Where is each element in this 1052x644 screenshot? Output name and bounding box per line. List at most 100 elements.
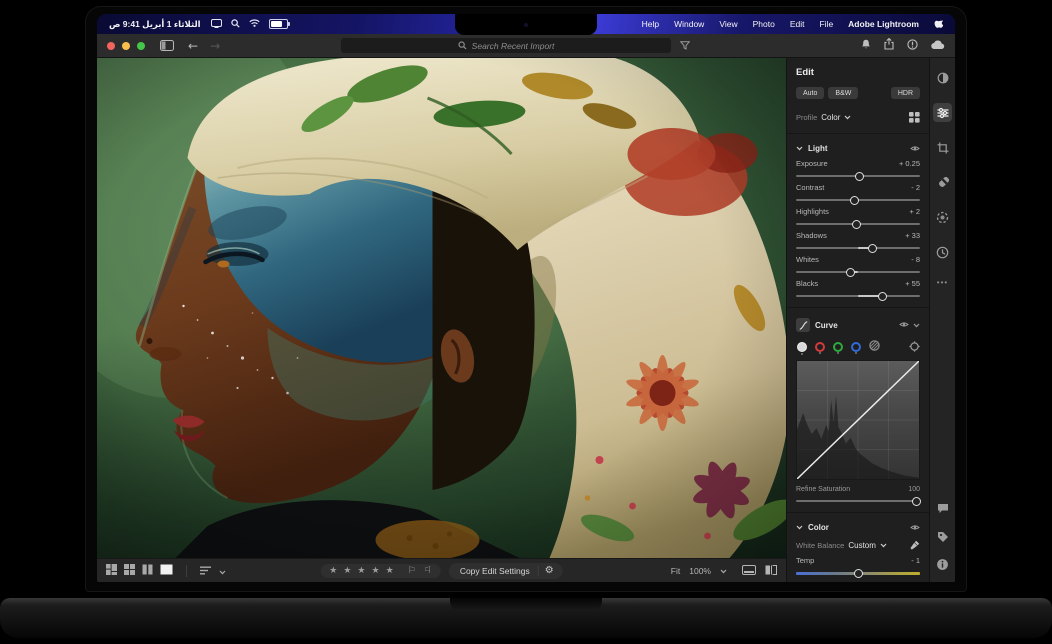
- slider-knob[interactable]: [878, 291, 888, 301]
- curve-chevron-icon[interactable]: [913, 323, 920, 328]
- channel-red[interactable]: [815, 341, 825, 354]
- temp-slider[interactable]: Temp - 1: [796, 556, 920, 578]
- compare-view-icon[interactable]: [142, 562, 153, 580]
- zoom-chevron-icon[interactable]: [720, 566, 727, 576]
- slider-knob[interactable]: [911, 496, 921, 506]
- photo-grid-view-icon[interactable]: [106, 562, 117, 580]
- flag-reject-icon[interactable]: ⚐: [422, 566, 432, 576]
- info-icon[interactable]: [933, 555, 952, 574]
- menu-view[interactable]: View: [719, 19, 737, 29]
- search-input[interactable]: Search Recent Import: [341, 38, 672, 53]
- sort-chevron-icon[interactable]: [219, 562, 226, 580]
- filmstrip-toggle-icon[interactable]: [742, 564, 756, 577]
- apple-menu-icon[interactable]: [934, 18, 944, 31]
- profile-chevron-icon[interactable]: [844, 115, 851, 120]
- masking-icon[interactable]: [933, 208, 952, 227]
- zoom-level-value[interactable]: 100%: [689, 566, 711, 576]
- minimize-button[interactable]: [122, 41, 130, 50]
- star-rating[interactable]: ★ ★ ★ ★ ★ ⚐ ⚐: [320, 563, 441, 578]
- menu-photo[interactable]: Photo: [753, 19, 775, 29]
- app-menu-adobe-lightroom[interactable]: Adobe Lightroom: [848, 19, 919, 29]
- channel-luminance[interactable]: [797, 341, 807, 355]
- tone-curve-graph[interactable]: [796, 360, 920, 480]
- zoom-fit-label[interactable]: Fit: [671, 566, 680, 576]
- curve-button-icon[interactable]: [796, 318, 810, 332]
- blacks-slider[interactable]: Blacks + 55: [796, 279, 920, 301]
- white-balance-value[interactable]: Custom: [848, 541, 876, 550]
- star-icon[interactable]: ★: [386, 566, 396, 576]
- cloud-sync-icon[interactable]: [931, 37, 945, 55]
- presets-icon[interactable]: [933, 68, 952, 87]
- menu-bar-clock[interactable]: الثلاثاء 1 أبريل 9:41 ص: [109, 19, 201, 30]
- sort-icon[interactable]: [200, 562, 212, 580]
- menu-edit[interactable]: Edit: [790, 19, 805, 29]
- back-button[interactable]: ←: [188, 40, 198, 52]
- menu-window[interactable]: Window: [674, 19, 704, 29]
- battery-icon[interactable]: [268, 19, 290, 29]
- healing-icon[interactable]: [933, 173, 952, 192]
- menu-help[interactable]: Help: [642, 19, 659, 29]
- slider-knob[interactable]: [868, 243, 878, 253]
- browse-profiles-icon[interactable]: [909, 112, 920, 123]
- targeted-adjust-icon[interactable]: [909, 341, 920, 352]
- chevron-down-icon: [796, 525, 803, 530]
- whites-slider[interactable]: Whites - 8: [796, 255, 920, 277]
- tint-slider[interactable]: Tint - 2: [796, 581, 920, 582]
- auto-button[interactable]: Auto: [796, 87, 825, 99]
- copy-edit-settings-button[interactable]: Copy Edit Settings ⚙: [448, 562, 563, 579]
- before-after-icon[interactable]: [765, 564, 777, 577]
- notifications-bell-icon[interactable]: [861, 37, 871, 55]
- spotlight-search-icon[interactable]: [230, 18, 240, 30]
- hdr-button[interactable]: HDR: [890, 87, 920, 99]
- share-icon[interactable]: [884, 37, 894, 55]
- star-icon[interactable]: ★: [357, 566, 367, 576]
- shadows-slider[interactable]: Shadows + 33: [796, 231, 920, 253]
- channel-blue[interactable]: [851, 341, 861, 354]
- close-button[interactable]: [107, 41, 115, 50]
- square-grid-view-icon[interactable]: [124, 562, 135, 580]
- filter-funnel-icon[interactable]: [679, 37, 691, 55]
- detail-view-icon[interactable]: [160, 562, 173, 580]
- slider-knob[interactable]: [849, 195, 859, 205]
- slider-knob[interactable]: [852, 219, 862, 229]
- star-icon[interactable]: ★: [343, 566, 353, 576]
- highlights-slider[interactable]: Highlights + 2: [796, 207, 920, 229]
- bw-button[interactable]: B&W: [828, 87, 859, 99]
- menu-file[interactable]: File: [819, 19, 833, 29]
- help-icon[interactable]: [907, 37, 918, 55]
- refine-saturation-slider[interactable]: [796, 496, 921, 506]
- more-tools-icon[interactable]: •••: [937, 278, 948, 287]
- color-section-header[interactable]: Color: [796, 523, 920, 532]
- color-eye-icon[interactable]: [910, 524, 920, 531]
- wifi-icon[interactable]: [248, 19, 260, 29]
- curve-eye-icon[interactable]: [899, 321, 909, 330]
- exposure-slider[interactable]: Exposure + 0.25: [796, 159, 920, 181]
- portrait-photo[interactable]: [97, 58, 786, 558]
- flag-pick-icon[interactable]: ⚐: [408, 566, 418, 576]
- comments-icon[interactable]: [933, 499, 952, 518]
- slider-knob[interactable]: [853, 568, 863, 578]
- zoom-button[interactable]: [137, 41, 145, 50]
- wb-eyedropper-icon[interactable]: [910, 540, 920, 550]
- channel-green[interactable]: [833, 341, 843, 354]
- screen-mirroring-icon[interactable]: [210, 18, 222, 30]
- keyword-tag-icon[interactable]: [933, 527, 952, 546]
- light-section-header[interactable]: Light: [796, 144, 920, 153]
- profile-value[interactable]: Color: [821, 113, 840, 122]
- edit-sliders-icon[interactable]: [933, 103, 952, 122]
- slider-knob[interactable]: [854, 171, 864, 181]
- wb-chevron-icon[interactable]: [880, 543, 887, 548]
- slider-label: Temp: [796, 556, 815, 565]
- star-icon[interactable]: ★: [329, 566, 339, 576]
- settings-gear-icon[interactable]: ⚙: [545, 565, 554, 576]
- crop-icon[interactable]: [933, 138, 952, 157]
- forward-button[interactable]: →: [210, 40, 220, 52]
- light-eye-icon[interactable]: [910, 145, 920, 152]
- star-icon[interactable]: ★: [372, 566, 382, 576]
- contrast-slider[interactable]: Contrast - 2: [796, 183, 920, 205]
- sidebar-toggle-icon[interactable]: [160, 40, 174, 51]
- channel-parametric[interactable]: [869, 340, 880, 353]
- curve-section-header[interactable]: Curve: [796, 318, 920, 332]
- versions-history-icon[interactable]: [933, 243, 952, 262]
- slider-knob[interactable]: [846, 267, 856, 277]
